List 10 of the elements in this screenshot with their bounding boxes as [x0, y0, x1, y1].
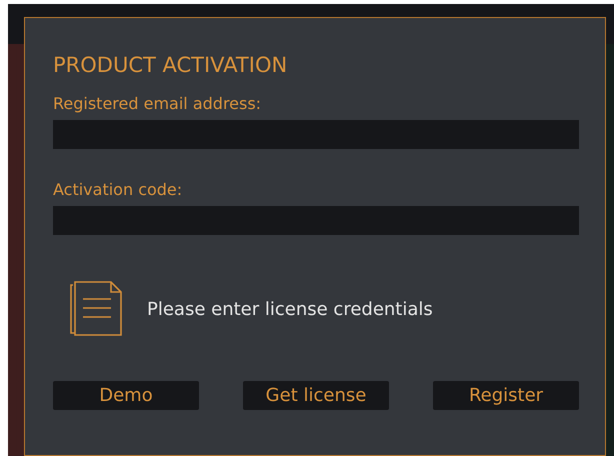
- dialog-title: PRODUCT ACTIVATION: [53, 52, 288, 79]
- dialog-button[interactable]: Get license: [243, 381, 389, 410]
- dialog-button[interactable]: Register: [433, 381, 579, 410]
- document-icon: [69, 281, 123, 337]
- field-label: Registered email address:: [53, 93, 262, 115]
- dialog-button[interactable]: Demo: [53, 381, 199, 410]
- status-message: Please enter license credentials: [147, 298, 433, 320]
- input-field[interactable]: [53, 120, 579, 149]
- field-label: Activation code:: [53, 179, 184, 201]
- input-field[interactable]: [53, 206, 579, 235]
